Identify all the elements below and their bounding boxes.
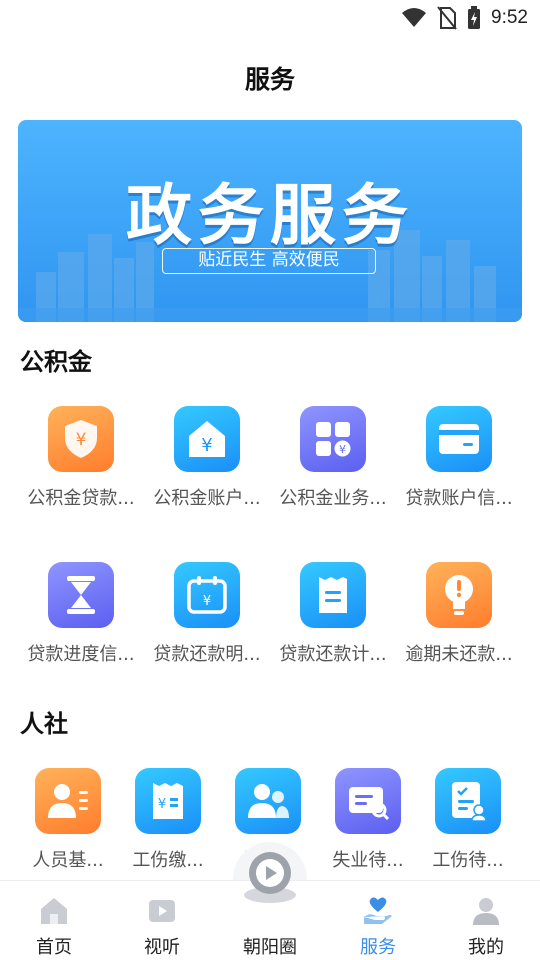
section-title-housing-fund: 公积金: [20, 348, 92, 376]
tab-home[interactable]: 首页: [0, 881, 108, 960]
service-item-repayment-plan[interactable]: 贷款还款计...: [270, 562, 396, 666]
svg-text:¥: ¥: [158, 797, 166, 812]
grid-yen-icon: ¥: [300, 406, 366, 472]
service-hand-icon: [364, 897, 392, 924]
circle-play-icon: [244, 852, 296, 903]
service-item-repayment-detail[interactable]: ¥ 贷款还款明...: [144, 562, 270, 666]
card-icon: [426, 406, 492, 472]
service-item-label: 公积金业务...: [279, 488, 387, 509]
service-item-loan[interactable]: ¥ 公积金贷款...: [18, 406, 144, 510]
no-sim-icon: [437, 6, 457, 30]
service-item-label: 贷款还款明...: [153, 644, 261, 665]
house-yen-icon: ¥: [174, 406, 240, 472]
tab-label: 服务: [360, 937, 396, 958]
calendar-yen-icon: ¥: [174, 562, 240, 628]
service-item-overdue[interactable]: 逾期未还款...: [396, 562, 522, 666]
tab-label: 我的: [468, 937, 504, 958]
note-icon: [300, 562, 366, 628]
wifi-icon: [402, 8, 427, 27]
service-item-label: 公积金贷款...: [27, 488, 135, 509]
service-item-loan-progress[interactable]: 贷款进度信...: [18, 562, 144, 666]
tab-circle[interactable]: 朝阳圈: [216, 852, 324, 960]
alert-bulb-icon: [426, 562, 492, 628]
svg-text:¥: ¥: [201, 435, 212, 456]
tab-label: 视听: [144, 937, 180, 958]
service-item-label: 贷款还款计...: [279, 644, 387, 665]
hourglass-icon: [48, 562, 114, 628]
battery-charging-icon: [468, 6, 481, 29]
banner-tagline: 贴近民生 高效便民: [162, 248, 376, 274]
receipt-yen-icon: ¥: [135, 768, 201, 834]
home-icon: [41, 898, 67, 924]
svg-text:¥: ¥: [203, 594, 211, 609]
tab-label: 朝阳圈: [243, 937, 297, 958]
status-icons: 9:52: [401, 6, 528, 30]
shield-yen-icon: ¥: [48, 406, 114, 472]
service-item-label: 贷款进度信...: [27, 644, 135, 665]
page-title: 服务: [244, 65, 295, 94]
service-item-account[interactable]: ¥ 公积金账户...: [144, 406, 270, 510]
bottom-tabbar: 首页 视听 朝阳圈 服务 我的: [0, 852, 540, 960]
profile-icon: [473, 898, 499, 925]
users-icon: [235, 768, 301, 834]
service-item-business[interactable]: ¥ 公积金业务...: [270, 406, 396, 510]
search-doc-icon: [335, 768, 401, 834]
banner-heading: 政务服务: [126, 177, 414, 254]
tab-label: 首页: [36, 937, 72, 958]
service-item-label: 工伤待...: [432, 850, 504, 871]
banner[interactable]: 政务服务 贴近民生 高效便民: [18, 120, 522, 322]
video-icon: [149, 900, 175, 922]
service-item-loan-account[interactable]: 贷款账户信...: [396, 406, 522, 510]
service-item-label: 公积金账户...: [153, 488, 261, 509]
svg-text:¥: ¥: [339, 443, 346, 456]
tab-service[interactable]: 服务: [324, 881, 432, 960]
tab-video[interactable]: 视听: [108, 881, 216, 960]
status-bar: 9:52: [0, 0, 540, 38]
service-item-label: 贷款账户信...: [405, 488, 513, 509]
checklist-person-icon: [435, 768, 501, 834]
status-time: 9:52: [491, 7, 528, 28]
tab-mine[interactable]: 我的: [432, 881, 540, 960]
person-card-icon: [35, 768, 101, 834]
service-item-label: 逾期未还款...: [405, 644, 513, 665]
section-title-social-security: 人社: [20, 710, 68, 738]
service-item-injury-benefit[interactable]: 工伤待...: [405, 768, 531, 872]
svg-text:¥: ¥: [76, 430, 87, 450]
